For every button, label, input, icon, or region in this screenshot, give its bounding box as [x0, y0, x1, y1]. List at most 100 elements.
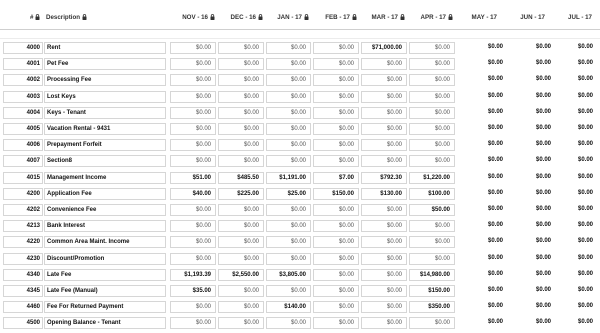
- account-number-field[interactable]: 4006: [3, 139, 43, 152]
- account-description-field[interactable]: Keys - Tenant: [44, 106, 166, 119]
- account-description-field[interactable]: Rent: [44, 42, 166, 54]
- budget-amount-field[interactable]: $0.00: [457, 42, 503, 54]
- account-number-field[interactable]: 4005: [3, 123, 43, 135]
- budget-amount-field[interactable]: $0.00: [457, 220, 503, 232]
- budget-amount-field[interactable]: $0.00: [553, 74, 593, 86]
- budget-amount-field[interactable]: $0.00: [457, 155, 503, 167]
- budget-amount-field[interactable]: $0.00: [553, 139, 593, 151]
- account-number-field[interactable]: 4001: [3, 58, 43, 71]
- account-number-field[interactable]: 4202: [3, 204, 43, 216]
- budget-amount-field[interactable]: $0.00: [553, 204, 593, 216]
- account-number-field[interactable]: 4220: [3, 236, 43, 249]
- budget-amount-field[interactable]: $0.00: [505, 317, 551, 329]
- budget-amount-field[interactable]: $0.00: [457, 188, 503, 200]
- budget-amount-field[interactable]: $0.00: [457, 91, 503, 103]
- account-description-field[interactable]: Pet Fee: [44, 58, 166, 71]
- budget-amount-field[interactable]: $0.00: [553, 58, 593, 70]
- budget-amount-field[interactable]: $0.00: [505, 74, 551, 86]
- budget-amount-field[interactable]: $0.00: [553, 155, 593, 167]
- grid-header: # Description NOV - 16 DEC - 16 JAN - 17 FEB …: [0, 0, 600, 30]
- account-description-field[interactable]: Opening Balance - Tenant: [44, 317, 166, 330]
- account-description-field[interactable]: Lost Keys: [44, 90, 166, 103]
- budget-amount-field[interactable]: $0.00: [505, 204, 551, 216]
- budget-amount-field[interactable]: $0.00: [505, 155, 551, 167]
- account-description-field[interactable]: Bank Interest: [44, 220, 166, 233]
- account-description-field[interactable]: Late Fee: [44, 268, 166, 281]
- budget-amount-field[interactable]: $0.00: [457, 139, 503, 151]
- budget-amount-field[interactable]: $0.00: [505, 42, 551, 54]
- budget-amount-field[interactable]: $0.00: [553, 123, 593, 135]
- account-number-field[interactable]: 4213: [3, 220, 43, 233]
- budget-amount-field[interactable]: $0.00: [553, 285, 593, 297]
- account-description-field[interactable]: Fee For Returned Payment: [44, 301, 166, 314]
- budget-amount-field[interactable]: $0.00: [505, 220, 551, 232]
- account-number-field[interactable]: 4015: [3, 171, 43, 184]
- budget-amount-field[interactable]: $0.00: [505, 91, 551, 103]
- account-number-field[interactable]: 4340: [3, 268, 43, 281]
- budget-amount-field[interactable]: $0.00: [505, 58, 551, 70]
- budget-amount-field[interactable]: $0.00: [553, 236, 593, 248]
- table-row: 4001 Pet Fee $0.00 $0.00 $0.00 $0.00 $0.00 $0.0…: [0, 56, 600, 72]
- account-number-field[interactable]: 4004: [3, 106, 43, 119]
- account-description-field[interactable]: Common Area Maint. Income: [44, 236, 166, 249]
- budget-amount-field[interactable]: $0.00: [457, 74, 503, 86]
- account-number-field[interactable]: 4230: [3, 252, 43, 265]
- budget-amount-field[interactable]: $0.00: [553, 91, 593, 103]
- budget-amount-field[interactable]: $0.00: [505, 107, 551, 119]
- budget-amount-field[interactable]: $0.00: [553, 253, 593, 265]
- account-number-field[interactable]: 4345: [3, 285, 43, 297]
- account-number-field[interactable]: 4500: [3, 317, 43, 330]
- account-description-field[interactable]: Application Fee: [44, 187, 166, 200]
- account-number-field[interactable]: 4000: [3, 42, 43, 54]
- budget-amount-field[interactable]: $0.00: [505, 236, 551, 248]
- account-description-field[interactable]: Vacation Rental - 9431: [44, 123, 166, 135]
- budget-amount-field[interactable]: $0.00: [553, 317, 593, 329]
- budget-amount-field[interactable]: $0.00: [553, 172, 593, 184]
- account-description-field[interactable]: Prepayment Forfeit: [44, 139, 166, 152]
- budget-amount-field[interactable]: $0.00: [553, 42, 593, 54]
- account-description-field[interactable]: Discount/Promotion: [44, 252, 166, 265]
- lock-icon: [258, 14, 263, 20]
- budget-amount-field[interactable]: $0.00: [505, 123, 551, 135]
- actual-amount-cell: $0.00: [266, 285, 311, 297]
- budget-amount-field[interactable]: $0.00: [457, 236, 503, 248]
- budget-amount-field[interactable]: $0.00: [457, 285, 503, 297]
- budget-amount-field[interactable]: $0.00: [505, 285, 551, 297]
- budget-amount-field[interactable]: $0.00: [505, 172, 551, 184]
- budget-amount-field[interactable]: $0.00: [457, 107, 503, 119]
- budget-amount-field[interactable]: $0.00: [457, 172, 503, 184]
- actual-amount-cell: $0.00: [361, 155, 407, 168]
- budget-amount-field[interactable]: $0.00: [553, 107, 593, 119]
- account-number-field[interactable]: 4002: [3, 74, 43, 87]
- account-description-field[interactable]: Late Fee (Manual): [44, 285, 166, 297]
- budget-amount-field[interactable]: $0.00: [553, 188, 593, 200]
- account-number-field[interactable]: 4200: [3, 187, 43, 200]
- actual-amount-cell: $0.00: [409, 236, 455, 249]
- account-description-field[interactable]: Management Income: [44, 171, 166, 184]
- actual-amount-cell: $0.00: [170, 204, 216, 216]
- actual-amount-cell: $0.00: [170, 301, 216, 314]
- budget-amount-field[interactable]: $0.00: [457, 204, 503, 216]
- budget-amount-field[interactable]: $0.00: [553, 301, 593, 313]
- budget-amount-field[interactable]: $0.00: [457, 301, 503, 313]
- actual-amount-cell: $0.00: [170, 155, 216, 168]
- budget-amount-field[interactable]: $0.00: [553, 220, 593, 232]
- budget-amount-field[interactable]: $0.00: [553, 269, 593, 281]
- account-number-field[interactable]: 4460: [3, 301, 43, 314]
- budget-amount-field[interactable]: $0.00: [457, 58, 503, 70]
- budget-amount-field[interactable]: $0.00: [505, 301, 551, 313]
- budget-amount-field[interactable]: $0.00: [457, 317, 503, 329]
- budget-amount-field[interactable]: $0.00: [505, 269, 551, 281]
- budget-amount-field[interactable]: $0.00: [457, 123, 503, 135]
- budget-amount-field[interactable]: $0.00: [505, 253, 551, 265]
- account-description-field[interactable]: Section8: [44, 155, 166, 168]
- account-description-field[interactable]: Convenience Fee: [44, 204, 166, 216]
- budget-amount-field[interactable]: $0.00: [505, 188, 551, 200]
- actual-amount-cell: $0.00: [313, 268, 359, 281]
- budget-amount-field[interactable]: $0.00: [457, 269, 503, 281]
- account-number-field[interactable]: 4007: [3, 155, 43, 168]
- budget-amount-field[interactable]: $0.00: [505, 139, 551, 151]
- budget-amount-field[interactable]: $0.00: [457, 253, 503, 265]
- account-number-field[interactable]: 4003: [3, 90, 43, 103]
- account-description-field[interactable]: Processing Fee: [44, 74, 166, 87]
